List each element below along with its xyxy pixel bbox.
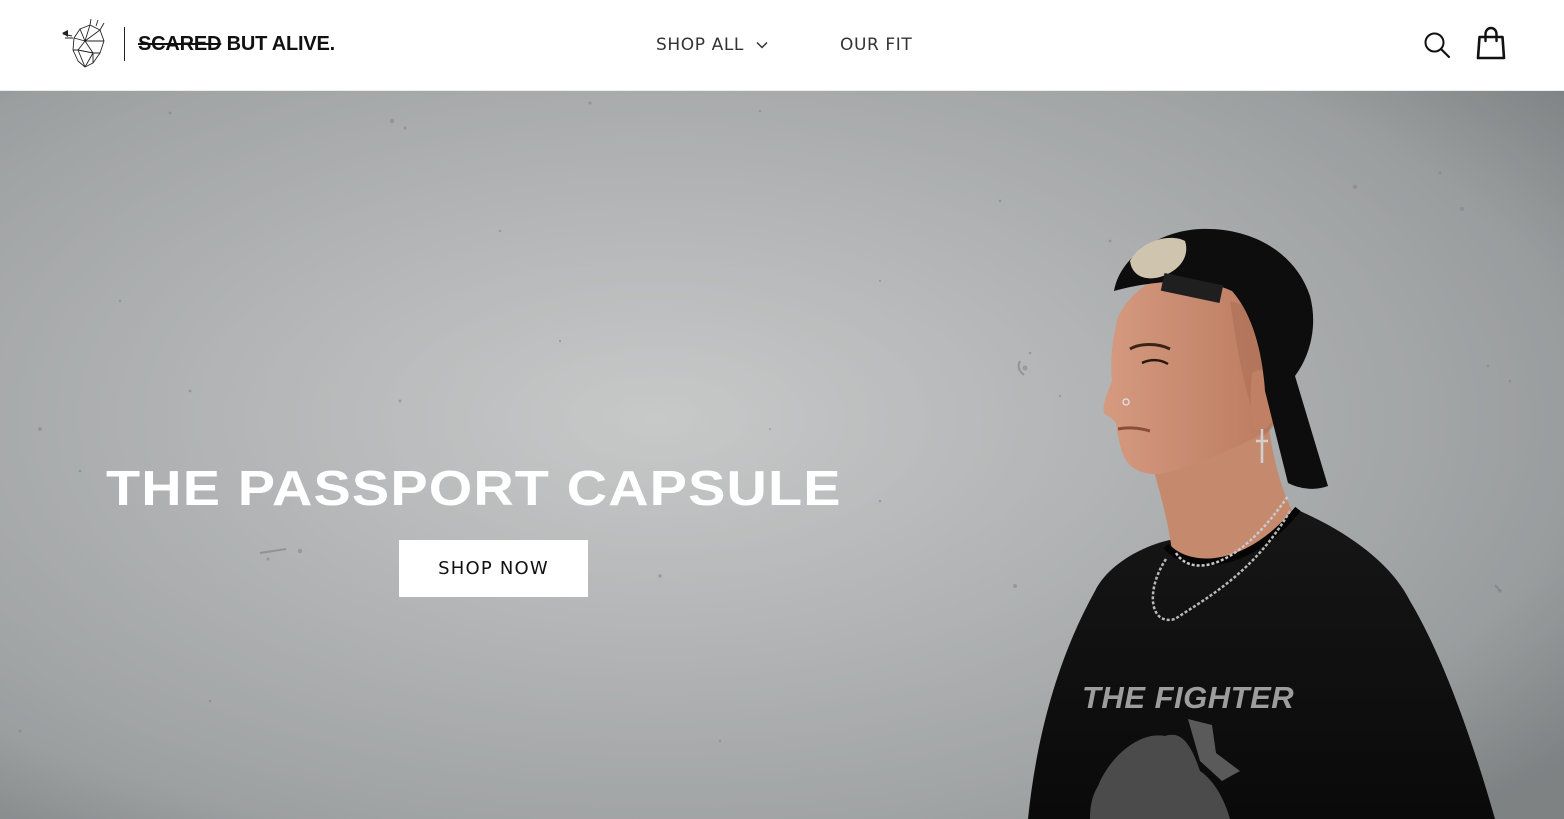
nav-shop-all-label: SHOP ALL xyxy=(656,35,744,55)
shirt-print-text: THE FIGHTER xyxy=(1082,680,1294,715)
nav-our-fit-label: OUR FIT xyxy=(839,35,913,55)
geometric-heart-icon xyxy=(62,18,105,68)
shop-now-button[interactable]: SHOP NOW xyxy=(399,540,588,597)
hero-photo: THE FIGHTER xyxy=(0,91,1564,819)
main-nav: SHOP ALL OUR FIT xyxy=(656,31,912,59)
hero-banner: THE FIGHTER THE PASSPORT CAPSULE SHOP NO… xyxy=(0,91,1564,819)
cart-button[interactable] xyxy=(1475,26,1507,60)
site-header: SCARED BUT ALIVE. SHOP ALL OUR FIT xyxy=(0,0,1564,91)
nav-shop-all[interactable]: SHOP ALL xyxy=(656,31,768,59)
brand-name-rest: BUT ALIVE. xyxy=(221,32,336,55)
search-icon xyxy=(1424,32,1451,59)
nav-our-fit[interactable]: OUR FIT xyxy=(840,31,912,59)
brand-logo-link[interactable]: SCARED BUT ALIVE. xyxy=(60,16,335,72)
chevron-down-icon xyxy=(756,41,768,49)
brand-name-struck: SCARED xyxy=(138,32,222,55)
brand-divider xyxy=(124,27,125,61)
search-button[interactable] xyxy=(1421,29,1453,61)
shopping-bag-icon xyxy=(1476,26,1506,60)
brand-name: SCARED BUT ALIVE. xyxy=(138,33,335,56)
hero-title: THE PASSPORT CAPSULE xyxy=(106,462,842,516)
